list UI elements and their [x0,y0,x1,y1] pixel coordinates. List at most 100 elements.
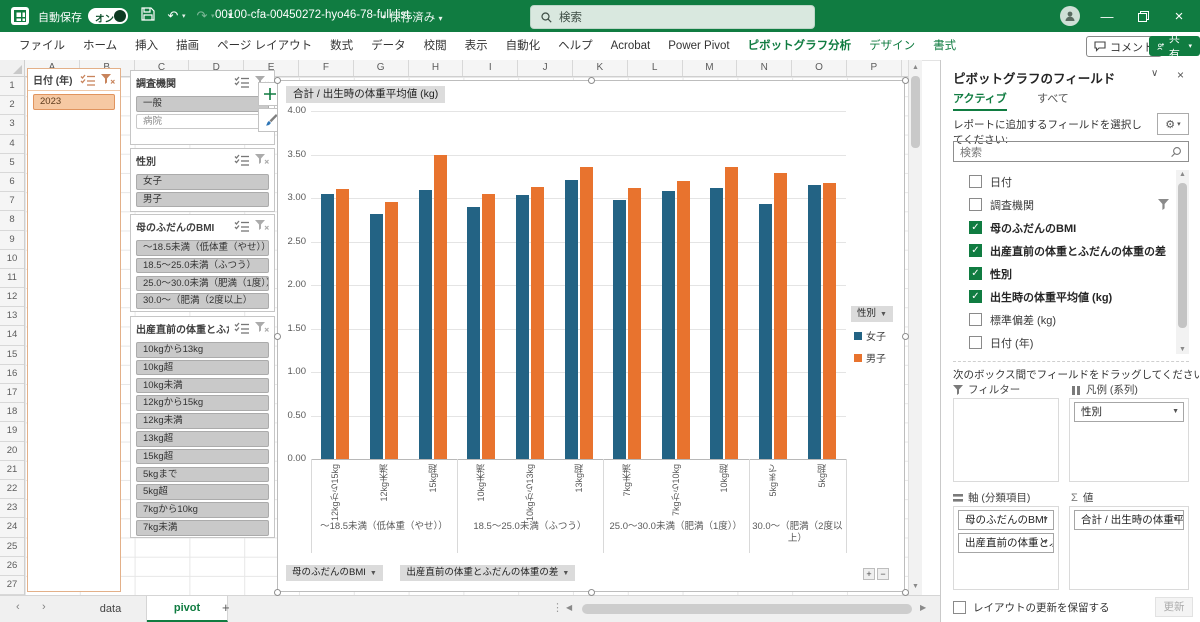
autosave-toggle[interactable]: オン [88,8,128,24]
new-sheet-button[interactable]: + [222,600,230,615]
slicer-item-18.5〜25.0未満（ふつう）[interactable]: 18.5〜25.0未満（ふつう） [136,258,269,274]
row-header-22[interactable]: 22 [0,480,24,499]
slicer-item-5kg超[interactable]: 5kg超 [136,484,269,500]
ribbon-tab-挿入[interactable]: 挿入 [126,32,167,60]
row-header-3[interactable]: 3 [0,115,24,134]
row-header-26[interactable]: 26 [0,557,24,576]
row-header-16[interactable]: 16 [0,365,24,384]
field-checkbox[interactable] [969,175,982,188]
bar-男子-12kgから15kg[interactable] [336,189,349,459]
expand-field-button[interactable]: + [863,568,875,580]
sheet-tab-pivot[interactable]: pivot [147,596,228,622]
row-header-6[interactable]: 6 [0,173,24,192]
slicer-item-〜18.5未満（低体重（やせ））[interactable]: 〜18.5未満（低体重（やせ）） [136,240,269,256]
bar-男子-5kgまで[interactable] [774,173,787,459]
bar-男子-15kg超[interactable] [434,155,447,460]
row-header-27[interactable]: 27 [0,576,24,595]
slicer-sex[interactable]: 性別女子男子 [130,148,275,212]
field-item-標準偏差 (kg)[interactable]: 標準偏差 (kg) [969,308,1169,331]
axis-field-button-母のふだんのBMI[interactable]: 母のふだんのBMI▼ [286,565,383,581]
ribbon-tab-データ[interactable]: データ [362,32,415,60]
column-header-L[interactable]: L [628,60,683,76]
row-header-13[interactable]: 13 [0,307,24,326]
slicer-wtdiff[interactable]: 出産直前の体重とふだ...10kgから13kg10kg超10kg未満12kgから… [130,316,275,538]
resize-handle[interactable] [274,77,281,84]
resize-handle[interactable] [274,589,281,596]
slicer-item-10kgから13kg[interactable]: 10kgから13kg [136,342,269,358]
pivot-chart[interactable]: 合計 / 出生時の体重平均値 (kg) 0.000.501.001.502.00… [277,80,905,592]
save-status[interactable]: • 保存済み ▾ [382,9,442,25]
clear-filter-icon[interactable] [255,154,269,166]
row-header-14[interactable]: 14 [0,326,24,345]
pane-close-icon[interactable]: × [1177,68,1184,82]
ribbon-tab-自動化[interactable]: 自動化 [497,32,550,60]
slicer-item-12kg未満[interactable]: 12kg未満 [136,413,269,429]
clear-filter-icon[interactable] [255,220,269,232]
resize-handle[interactable] [588,77,595,84]
row-header-8[interactable]: 8 [0,211,24,230]
bar-男子-13kg超[interactable] [580,167,593,459]
excel-app-icon[interactable] [11,7,29,25]
row-header-15[interactable]: 15 [0,346,24,365]
area-pill-性別[interactable]: 性別▼ [1074,402,1184,422]
share-button[interactable]: 共有 ▾ [1149,36,1200,56]
bar-女子-10kg未満[interactable] [467,207,480,459]
slicer-item-30.0〜（肥満（2度以上）[interactable]: 30.0〜（肥満（2度以上） [136,293,269,309]
row-header-12[interactable]: 12 [0,288,24,307]
resize-handle[interactable] [902,77,909,84]
bar-男子-5kg超[interactable] [823,183,836,459]
slicer-item-13kg超[interactable]: 13kg超 [136,431,269,447]
slicer-bmi[interactable]: 母のふだんのBMI〜18.5未満（低体重（やせ））18.5〜25.0未満（ふつう… [130,214,275,312]
field-list-scroll-thumb[interactable] [1178,183,1187,328]
legend-area-box[interactable]: 性別▼ [1069,398,1189,482]
tab-scrollbar-splitter[interactable]: ⋮ [552,601,563,614]
area-pill-母のふだんのBMI[interactable]: 母のふだんのBMI▼ [958,510,1054,530]
filters-area-box[interactable] [953,398,1059,482]
bar-女子-7kg未満[interactable] [613,200,626,459]
field-checkbox[interactable]: ✓ [969,244,982,257]
axis-field-button-出産直前の体重とふだんの体重の差[interactable]: 出産直前の体重とふだんの体重の差▼ [400,565,575,581]
field-item-出産直前の体重とふだんの体重の差[interactable]: ✓出産直前の体重とふだんの体重の差 [969,239,1169,262]
resize-handle[interactable] [274,333,281,340]
column-header-J[interactable]: J [518,60,573,76]
slicer-item-7kgから10kg[interactable]: 7kgから10kg [136,502,269,518]
scroll-up-icon[interactable]: ▲ [909,61,922,75]
ribbon-tab-校閲[interactable]: 校閲 [415,32,456,60]
column-header-N[interactable]: N [737,60,792,76]
minimize-button[interactable]: — [1090,0,1124,32]
multi-select-icon[interactable] [234,322,250,334]
resize-handle[interactable] [902,589,909,596]
field-item-出生時の体重平均値 (kg)[interactable]: ✓出生時の体重平均値 (kg) [969,285,1169,308]
ribbon-tab-ヘルプ[interactable]: ヘルプ [549,32,602,60]
multi-select-icon[interactable] [234,220,250,232]
update-button[interactable]: 更新 [1155,597,1193,617]
bar-女子-15kg超[interactable] [419,190,432,459]
pane-collapse-icon[interactable]: ∨ [1151,68,1158,79]
slicer-item-12kgから15kg[interactable]: 12kgから15kg [136,395,269,411]
slicer-item-25.0〜30.0未満（肥満（1度））[interactable]: 25.0〜30.0未満（肥満（1度）） [136,276,269,292]
bar-女子-5kgまで[interactable] [759,204,772,459]
field-list-scrollbar[interactable]: ▲ ▼ [1176,170,1189,354]
column-header-M[interactable]: M [683,60,738,76]
bar-女子-10kg超[interactable] [710,188,723,459]
scroll-left-icon[interactable]: ◀ [566,603,572,612]
resize-handle[interactable] [588,589,595,596]
scroll-down-icon[interactable]: ▼ [909,580,922,594]
slicer-item-10kg未満[interactable]: 10kg未満 [136,378,269,394]
vertical-scrollbar[interactable]: ▲ ▼ [908,60,922,595]
row-header-25[interactable]: 25 [0,538,24,557]
slicer-org[interactable]: 調査機関一般病院 [130,70,275,145]
row-header-18[interactable]: 18 [0,403,24,422]
clear-filter-icon[interactable] [255,322,269,334]
collapse-field-button[interactable]: − [877,568,889,580]
account-avatar[interactable] [1060,6,1080,26]
field-item-日付 (年)[interactable]: 日付 (年) [969,331,1169,354]
multi-select-icon[interactable] [234,154,250,166]
slicer-item-2023[interactable]: 2023 [33,94,115,110]
row-header-5[interactable]: 5 [0,154,24,173]
bar-女子-12kg未満[interactable] [370,214,383,459]
bar-女子-13kg超[interactable] [565,180,578,459]
field-item-日付[interactable]: 日付 [969,170,1169,193]
multi-select-icon[interactable] [80,74,96,86]
row-header-9[interactable]: 9 [0,231,24,250]
